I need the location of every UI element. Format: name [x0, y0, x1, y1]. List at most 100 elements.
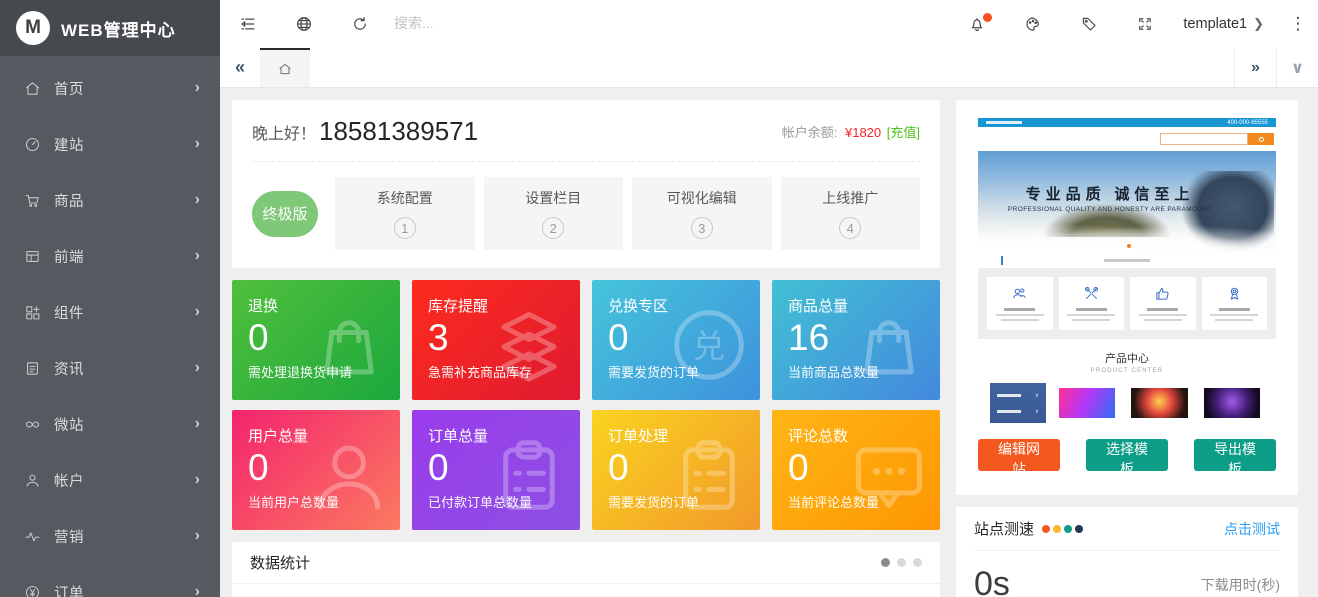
balance-label: 帐户余额:	[782, 125, 838, 140]
template-card: 400-000-65555 专业品质 诚信至上 PROFESSIONAL QUA…	[956, 100, 1298, 495]
tabs-scroll-left-icon[interactable]: «	[220, 48, 260, 87]
export-template-button[interactable]: 导出模板	[1194, 439, 1276, 471]
bag-icon	[846, 302, 932, 388]
sidebar-item-home[interactable]: 首页 ›	[0, 60, 220, 116]
sidebar-item-label: 商品	[54, 190, 195, 211]
step-number: 3	[691, 217, 713, 239]
choose-template-button[interactable]: 选择模板	[1086, 439, 1168, 471]
preview-caption-row	[978, 253, 1276, 268]
account-phone: 18581389571	[319, 116, 478, 147]
stat-card-order-processing[interactable]: 订单处理 0 需要发货的订单	[592, 410, 760, 530]
comment-icon	[846, 432, 932, 518]
palette-icon[interactable]	[1005, 0, 1061, 48]
step-number: 1	[394, 217, 416, 239]
notification-bell-icon[interactable]	[949, 0, 1005, 48]
tabs-scroll-right-icon[interactable]: »	[1234, 48, 1276, 87]
tab-home[interactable]	[260, 48, 310, 87]
speed-value-label: 下载用时(秒)	[1201, 575, 1280, 595]
layout-icon	[23, 247, 41, 265]
sidebar-item-label: 建站	[54, 134, 195, 155]
chevron-right-icon: ›	[195, 583, 200, 597]
step-system-config[interactable]: 系统配置 1	[335, 177, 475, 250]
onboarding-steps: 终极版 系统配置 1 设置栏目 2 可视化编辑 3 上线推广	[252, 177, 920, 250]
greeting-text: 晚上好！	[252, 120, 316, 144]
stat-card-total-users[interactable]: 用户总量 0 当前用户总数量	[232, 410, 400, 530]
home-icon	[277, 61, 293, 77]
sidebar-item-components[interactable]: 组件 ›	[0, 284, 220, 340]
speed-test-title: 站点测速	[974, 518, 1034, 539]
stat-card-exchange-zone[interactable]: 兑换专区 0 需要发货的订单 兑	[592, 280, 760, 400]
sidebar-item-site-builder[interactable]: 建站 ›	[0, 116, 220, 172]
hero-title: 专业品质 诚信至上	[978, 183, 1242, 204]
globe-icon[interactable]	[276, 0, 332, 48]
product-thumbnail	[1128, 383, 1192, 423]
preview-phone: 400-000-65555	[1227, 120, 1268, 126]
sidebar-item-account[interactable]: 帐户 ›	[0, 452, 220, 508]
data-statistics-card: 数据统计 订单成交量	[232, 542, 940, 597]
product-thumbnail	[1055, 383, 1119, 423]
sidebar-item-products[interactable]: 商品 ›	[0, 172, 220, 228]
template-name: template1	[1183, 16, 1247, 32]
user-icon	[23, 471, 41, 489]
carousel-dot[interactable]	[913, 558, 922, 567]
sidebar-item-label: 订单	[54, 582, 195, 597]
search-box	[394, 15, 949, 33]
carousel-dot[interactable]	[881, 558, 890, 567]
pulse-icon	[23, 527, 41, 545]
chevron-right-icon: ›	[195, 415, 200, 433]
product-thumbnail	[1200, 383, 1264, 423]
product-title: 产品中心	[978, 350, 1276, 366]
tabbar-right-controls: » ∨	[1234, 48, 1318, 87]
speed-test-body: 0s 下载用时(秒)	[974, 551, 1280, 597]
chevron-right-icon: ›	[195, 247, 200, 265]
components-icon	[23, 303, 41, 321]
stat-card-stock-alert[interactable]: 库存提醒 3 急需补充商品库存	[412, 280, 580, 400]
sidebar-item-frontend[interactable]: 前端 ›	[0, 228, 220, 284]
sidebar-item-label: 营销	[54, 526, 195, 547]
stat-card-total-products[interactable]: 商品总量 16 当前商品总数量	[772, 280, 940, 400]
app-logo: M WEB管理中心	[0, 0, 220, 56]
speed-dot	[1042, 525, 1050, 533]
fullscreen-icon[interactable]	[1117, 0, 1173, 48]
sidebar-item-micro-site[interactable]: 微站 ›	[0, 396, 220, 452]
chevron-right-icon: ›	[195, 359, 200, 377]
sidebar-item-news[interactable]: 资讯 ›	[0, 340, 220, 396]
refresh-icon[interactable]	[332, 0, 388, 48]
step-visual-edit[interactable]: 可视化编辑 3	[632, 177, 772, 250]
step-label: 系统配置	[377, 188, 433, 208]
template-selector[interactable]: template1 ❯	[1173, 16, 1278, 32]
search-input[interactable]	[394, 15, 614, 31]
carousel-dots	[881, 558, 922, 567]
data-statistics-header: 数据统计	[232, 542, 940, 584]
left-column: 晚上好！ 18581389571 帐户余额: ¥1820 [充值] 终极版 系统…	[232, 100, 940, 597]
preview-search-button	[1248, 133, 1274, 145]
edit-site-button[interactable]: 编辑网站	[978, 439, 1060, 471]
chevron-right-icon: ›	[195, 135, 200, 153]
sidebar-item-marketing[interactable]: 营销 ›	[0, 508, 220, 564]
stat-card-total-comments[interactable]: 评论总数 0 当前评论总数量	[772, 410, 940, 530]
recharge-link[interactable]: [充值]	[887, 125, 920, 140]
sidebar-item-orders[interactable]: 订单 ›	[0, 564, 220, 597]
clouds-image	[978, 225, 1276, 253]
yen-icon	[23, 583, 41, 597]
feature-card-production	[1059, 277, 1125, 330]
clipboard-icon	[486, 432, 572, 518]
step-set-columns[interactable]: 设置栏目 2	[484, 177, 624, 250]
chart-title: 订单成交量	[232, 584, 940, 597]
step-go-live[interactable]: 上线推广 4	[781, 177, 921, 250]
caption-tick	[1001, 256, 1003, 265]
sidebar-item-label: 前端	[54, 246, 195, 267]
greeting-row: 晚上好！ 18581389571 帐户余额: ¥1820 [充值]	[252, 116, 920, 162]
run-speed-test-link[interactable]: 点击测试	[1224, 519, 1280, 539]
feature-card-team	[987, 277, 1053, 330]
topbar: template1 ❯ ⋮	[220, 0, 1318, 48]
carousel-dot[interactable]	[897, 558, 906, 567]
collapse-sidebar-icon[interactable]	[220, 0, 276, 48]
stat-card-returns[interactable]: 退换 0 需处理退换货申请	[232, 280, 400, 400]
more-menu-icon[interactable]: ⋮	[1278, 0, 1318, 48]
gauge-icon	[23, 135, 41, 153]
tabs-menu-chevron-down-icon[interactable]: ∨	[1276, 48, 1318, 87]
stat-card-total-orders[interactable]: 订单总量 0 已付款订单总数量	[412, 410, 580, 530]
tag-icon[interactable]	[1061, 0, 1117, 48]
chevron-right-icon: ›	[195, 191, 200, 209]
